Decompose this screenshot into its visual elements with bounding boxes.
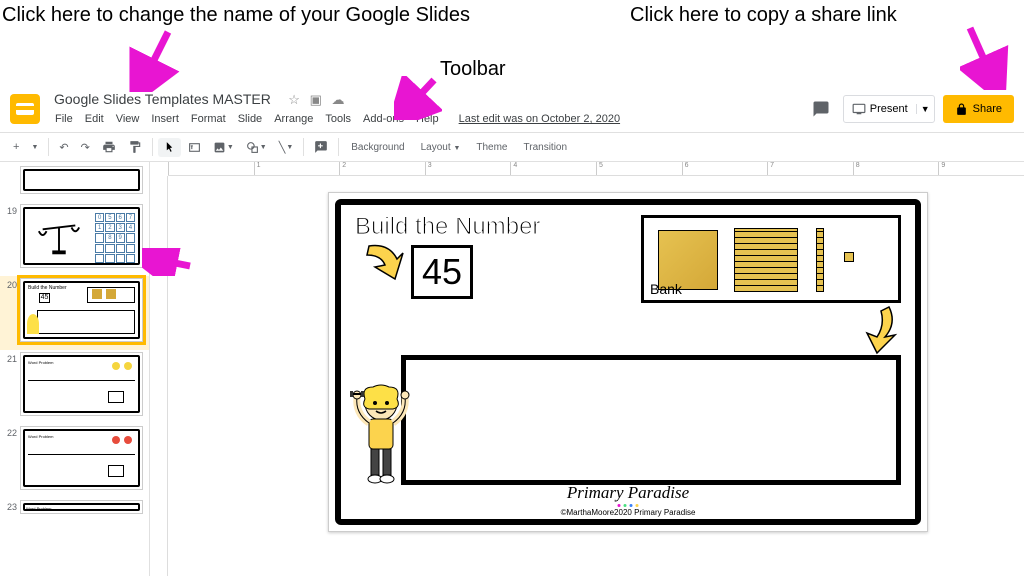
- thumb-number: 23: [6, 500, 20, 520]
- number-display[interactable]: 45: [411, 245, 473, 299]
- document-title[interactable]: Google Slides Templates MASTER: [50, 89, 275, 109]
- ruler-vertical: [150, 176, 168, 576]
- slide-thumbnail[interactable]: [20, 166, 143, 194]
- undo-button[interactable]: ↶: [54, 138, 73, 157]
- separator: [152, 138, 153, 156]
- redo-button[interactable]: ↷: [76, 138, 95, 157]
- app-header: Google Slides Templates MASTER ☆ ▣ ☁ Fil…: [0, 88, 1024, 130]
- base-ten-rod-icon[interactable]: [816, 228, 824, 292]
- annotation-rename: Click here to change the name of your Go…: [2, 4, 470, 27]
- slide-thumbnail[interactable]: 0567123489: [20, 204, 143, 268]
- background-button[interactable]: Background: [344, 139, 411, 156]
- decorative-dots: [618, 504, 639, 507]
- paint-format-button[interactable]: [123, 137, 147, 157]
- present-button[interactable]: Present: [844, 102, 916, 116]
- theme-button[interactable]: Theme: [469, 139, 514, 156]
- arrow-filmstrip: [142, 248, 196, 276]
- arrow-share: [960, 24, 1010, 90]
- ruler-horizontal: 123456789: [168, 162, 1024, 176]
- annotation-share: Click here to copy a share link: [630, 4, 897, 27]
- thumb-number: 22: [6, 426, 20, 496]
- brand-text: Primary Paradise: [341, 483, 915, 503]
- menu-insert[interactable]: Insert: [146, 111, 184, 127]
- present-button-group: Present ▼: [843, 95, 935, 123]
- share-label: Share: [973, 103, 1002, 115]
- print-button[interactable]: [97, 137, 121, 157]
- image-tool[interactable]: ▼: [208, 138, 239, 157]
- slide-thumbnail[interactable]: Word Problem: [20, 500, 143, 514]
- comments-icon[interactable]: [807, 95, 835, 123]
- canvas[interactable]: 123456789 Build the Number 45 Bank: [150, 162, 1024, 576]
- last-edit-link[interactable]: Last edit was on October 2, 2020: [454, 111, 625, 127]
- thumb-number: 20: [6, 278, 20, 348]
- copyright-text: ©MarthaMoore2020 Primary Paradise: [341, 508, 915, 517]
- menu-slide[interactable]: Slide: [233, 111, 267, 127]
- slide-title-text[interactable]: Build the Number: [355, 213, 540, 241]
- present-label: Present: [870, 103, 908, 115]
- toolbar: + ▼ ↶ ↷ ▼ ▼ ╲▼ Background Layout ▼ Theme…: [0, 132, 1024, 162]
- thumb-number: [6, 166, 20, 200]
- arrow-graphic-icon[interactable]: [859, 303, 901, 360]
- work-area[interactable]: [401, 355, 901, 485]
- bank-label: Bank: [650, 281, 682, 297]
- slide-thumbnail-selected[interactable]: Build the Number 45: [20, 278, 143, 342]
- arrow-graphic-icon[interactable]: [359, 241, 405, 294]
- menu-file[interactable]: File: [50, 111, 78, 127]
- thumb-number: 19: [6, 204, 20, 274]
- transition-button[interactable]: Transition: [517, 139, 575, 156]
- select-tool[interactable]: [158, 138, 181, 157]
- line-tool[interactable]: ╲▼: [274, 138, 299, 157]
- menu-view[interactable]: View: [111, 111, 145, 127]
- thumb-number: 21: [6, 352, 20, 422]
- base-ten-unit-icon[interactable]: [844, 252, 854, 262]
- star-icon[interactable]: ☆: [288, 92, 300, 107]
- comment-tool[interactable]: [309, 137, 333, 157]
- annotation-toolbar: Toolbar: [440, 58, 506, 81]
- menu-format[interactable]: Format: [186, 111, 231, 127]
- shape-tool[interactable]: ▼: [241, 138, 272, 157]
- separator: [338, 138, 339, 156]
- arrow-rename: [128, 28, 188, 92]
- layout-button[interactable]: Layout ▼: [414, 139, 468, 156]
- separator: [303, 138, 304, 156]
- slides-logo-icon[interactable]: [10, 94, 40, 124]
- bank-container[interactable]: Bank: [641, 215, 901, 303]
- slide-canvas[interactable]: Build the Number 45 Bank: [328, 192, 928, 532]
- cloud-icon[interactable]: ☁: [332, 92, 345, 107]
- new-slide-button[interactable]: +: [8, 138, 24, 156]
- textbox-tool[interactable]: [183, 138, 206, 157]
- menu-arrange[interactable]: Arrange: [269, 111, 318, 127]
- separator: [48, 138, 49, 156]
- slide-frame: Build the Number 45 Bank: [335, 199, 921, 525]
- filmstrip[interactable]: 19 0567123489 20 Build the Number 45: [0, 162, 150, 576]
- slide-thumbnail[interactable]: Word Problem: [20, 426, 143, 490]
- menu-edit[interactable]: Edit: [80, 111, 109, 127]
- menu-tools[interactable]: Tools: [320, 111, 356, 127]
- present-dropdown[interactable]: ▼: [916, 104, 934, 114]
- move-icon[interactable]: ▣: [310, 92, 322, 107]
- slide-thumbnail[interactable]: Word Problem: [20, 352, 143, 416]
- lock-icon: [955, 103, 968, 116]
- character-graphic[interactable]: [349, 381, 413, 491]
- workspace: 19 0567123489 20 Build the Number 45: [0, 162, 1024, 576]
- base-ten-flat-icon[interactable]: [734, 228, 798, 292]
- share-button[interactable]: Share: [943, 95, 1014, 123]
- arrow-toolbar: [394, 76, 442, 120]
- new-slide-dropdown[interactable]: ▼: [26, 141, 43, 154]
